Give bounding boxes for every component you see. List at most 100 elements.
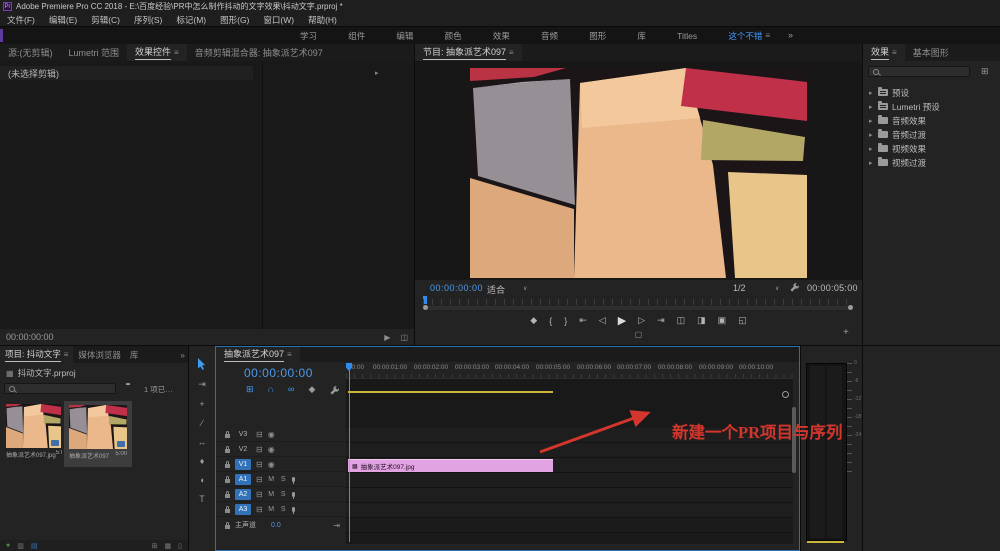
add-marker-icon[interactable]: ◆	[530, 315, 537, 326]
tab-sequence[interactable]: 抽象派艺术097 ≡	[216, 347, 300, 362]
step-back-icon[interactable]: ◁	[599, 315, 606, 326]
mark-out-icon[interactable]: }	[564, 316, 567, 326]
project-item-jpg[interactable]: 抽象派艺术097.jpg 5:00	[6, 404, 62, 459]
timeline-clip[interactable]: ▦ 抽象派艺术097.jpg	[348, 459, 553, 472]
type-tool-icon[interactable]: T	[199, 494, 205, 504]
program-zoom-scrollbar[interactable]	[423, 306, 853, 310]
step-forward-icon[interactable]: ▷	[638, 315, 645, 326]
hand-tool-icon[interactable]: ◖	[199, 475, 204, 485]
track-visibility-eye-icon[interactable]: ◉	[268, 430, 275, 439]
track-visibility-eye-icon[interactable]: ◉	[268, 445, 275, 454]
resolution-dropdown[interactable]: 1/2	[733, 283, 746, 293]
menu-edit[interactable]: 编辑(E)	[42, 14, 84, 26]
tab-audio-clip-mixer[interactable]: 音频剪辑混合器: 抽象派艺术097	[187, 44, 331, 61]
button-editor-add-icon[interactable]: +	[843, 327, 849, 338]
track-header-a1[interactable]: A1 ⊟ M S	[216, 473, 346, 487]
chevron-right-icon[interactable]: ▸	[869, 145, 874, 153]
chevron-right-icon[interactable]: ▸	[869, 117, 874, 125]
list-view-icon[interactable]: ▥	[17, 542, 24, 550]
work-area-end-handle[interactable]	[782, 391, 789, 398]
menu-sequence[interactable]: 序列(S)	[127, 14, 169, 26]
track-header-v1[interactable]: V1 ⊟ ◉	[216, 458, 346, 472]
comparison-view-icon[interactable]: ◱	[738, 315, 747, 326]
hamburger-icon[interactable]: ≡	[287, 350, 292, 359]
chevron-down-icon[interactable]: ∨	[775, 285, 779, 292]
effects-search-input[interactable]	[868, 66, 970, 77]
tab-project[interactable]: 项目: 抖动文字 ≡	[0, 346, 73, 363]
track-badge[interactable]: V3	[235, 429, 251, 440]
trash-icon[interactable]: ▯	[178, 542, 182, 550]
panel-toggle-icon[interactable]: ◫	[400, 333, 408, 342]
source-assign-icon[interactable]: ⊟	[256, 490, 263, 499]
tab-effects[interactable]: 效果 ≡	[863, 44, 905, 61]
go-to-out-icon[interactable]: ⇥	[657, 315, 665, 326]
program-timecode[interactable]: 00:00:00:00	[430, 283, 483, 293]
chevron-right-icon[interactable]: ▸	[869, 131, 874, 139]
chevron-right-icon[interactable]: ▸	[869, 89, 874, 97]
workspace-tab-assembly[interactable]: 组件	[348, 30, 365, 42]
ripple-edit-tool-icon[interactable]: +	[199, 399, 204, 409]
effects-bin-video-effects[interactable]: ▸ 视频效果	[863, 142, 1000, 155]
menu-file[interactable]: 文件(F)	[0, 14, 42, 26]
workspace-tab-effects[interactable]: 效果	[493, 30, 510, 42]
track-header-v2[interactable]: V2 ⊟ ◉	[216, 443, 346, 457]
chevron-right-icon[interactable]: ▸	[375, 69, 380, 77]
track-header-v3[interactable]: V3 ⊟ ◉	[216, 428, 346, 442]
track-visibility-eye-icon[interactable]: ◉	[268, 460, 275, 469]
tab-source-monitor[interactable]: 源:(无剪辑)	[0, 44, 61, 61]
settings-wrench-icon[interactable]	[789, 282, 800, 293]
track-master-lane[interactable]	[346, 518, 793, 533]
track-badge[interactable]: A2	[235, 489, 251, 500]
effects-bin-lumetri[interactable]: ▸ Lumetri 预设	[863, 100, 1000, 113]
menu-clip[interactable]: 剪辑(C)	[84, 14, 127, 26]
solo-button[interactable]: S	[280, 491, 287, 498]
timeline-timecode[interactable]: 00:00:00:00	[244, 366, 313, 380]
scroll-handle-left[interactable]	[423, 305, 428, 310]
effects-bin-audio-effects[interactable]: ▸ 音频效果	[863, 114, 1000, 127]
project-file-row[interactable]: ▦ 抖动文字.prproj	[6, 367, 76, 379]
menu-marker[interactable]: 标记(M)	[169, 14, 213, 26]
mute-button[interactable]: M	[268, 491, 275, 498]
play-button-icon[interactable]: ▶	[618, 314, 626, 327]
track-a3-lane[interactable]	[346, 503, 793, 518]
new-bin-icon[interactable]: ⊞	[152, 542, 158, 550]
workspace-tab-editing[interactable]: 编辑	[396, 30, 413, 42]
source-assign-icon[interactable]: ⊟	[256, 475, 263, 484]
scroll-handle-right[interactable]	[848, 305, 853, 310]
extract-icon[interactable]: ◨	[697, 315, 706, 326]
track-header-a2[interactable]: A2 ⊟ M S	[216, 488, 346, 502]
lift-icon[interactable]: ◫	[677, 315, 686, 326]
razor-tool-icon[interactable]: ∕	[201, 418, 203, 428]
solo-button[interactable]: S	[280, 506, 287, 513]
new-item-icon[interactable]: ▦	[165, 542, 172, 550]
track-badge[interactable]: V2	[235, 444, 251, 455]
workspace-tab-active[interactable]: 这个不错 ≡	[728, 30, 770, 42]
icon-view-icon[interactable]: ▤	[31, 542, 38, 550]
chevron-right-icon[interactable]: ▸	[869, 159, 874, 167]
voiceover-mic-icon[interactable]	[292, 507, 295, 512]
add-marker-icon[interactable]: ◆	[308, 384, 315, 396]
safe-margins-icon[interactable]: ▢	[415, 330, 862, 339]
solo-button[interactable]: S	[280, 476, 287, 483]
go-to-in-icon[interactable]: ⇤	[579, 315, 587, 326]
lock-icon[interactable]	[225, 449, 230, 453]
tab-essential-graphics[interactable]: 基本图形	[905, 44, 957, 61]
lock-icon[interactable]	[225, 464, 230, 468]
source-assign-icon[interactable]: ⊟	[256, 460, 263, 469]
workspace-overflow-button[interactable]: »	[788, 30, 793, 40]
mark-in-icon[interactable]: {	[549, 316, 552, 326]
hamburger-icon[interactable]: ≡	[765, 31, 770, 40]
lock-icon[interactable]	[225, 479, 230, 483]
lock-icon[interactable]	[225, 434, 230, 438]
track-v2-lane[interactable]	[346, 443, 793, 458]
track-badge[interactable]: A1	[235, 474, 251, 485]
chevron-down-icon[interactable]: ∨	[523, 285, 527, 292]
workspace-tab-graphics[interactable]: 图形	[589, 30, 606, 42]
program-scrub-bar[interactable]	[415, 296, 862, 311]
voiceover-mic-icon[interactable]	[292, 492, 295, 497]
tab-effect-controls[interactable]: 效果控件 ≡	[127, 44, 187, 61]
tab-lumetri-scopes[interactable]: Lumetri 范围	[61, 44, 128, 61]
hamburger-icon[interactable]: ≡	[174, 48, 179, 57]
chevron-right-icon[interactable]: ▸	[869, 103, 874, 111]
track-badge[interactable]: V1	[235, 459, 251, 470]
